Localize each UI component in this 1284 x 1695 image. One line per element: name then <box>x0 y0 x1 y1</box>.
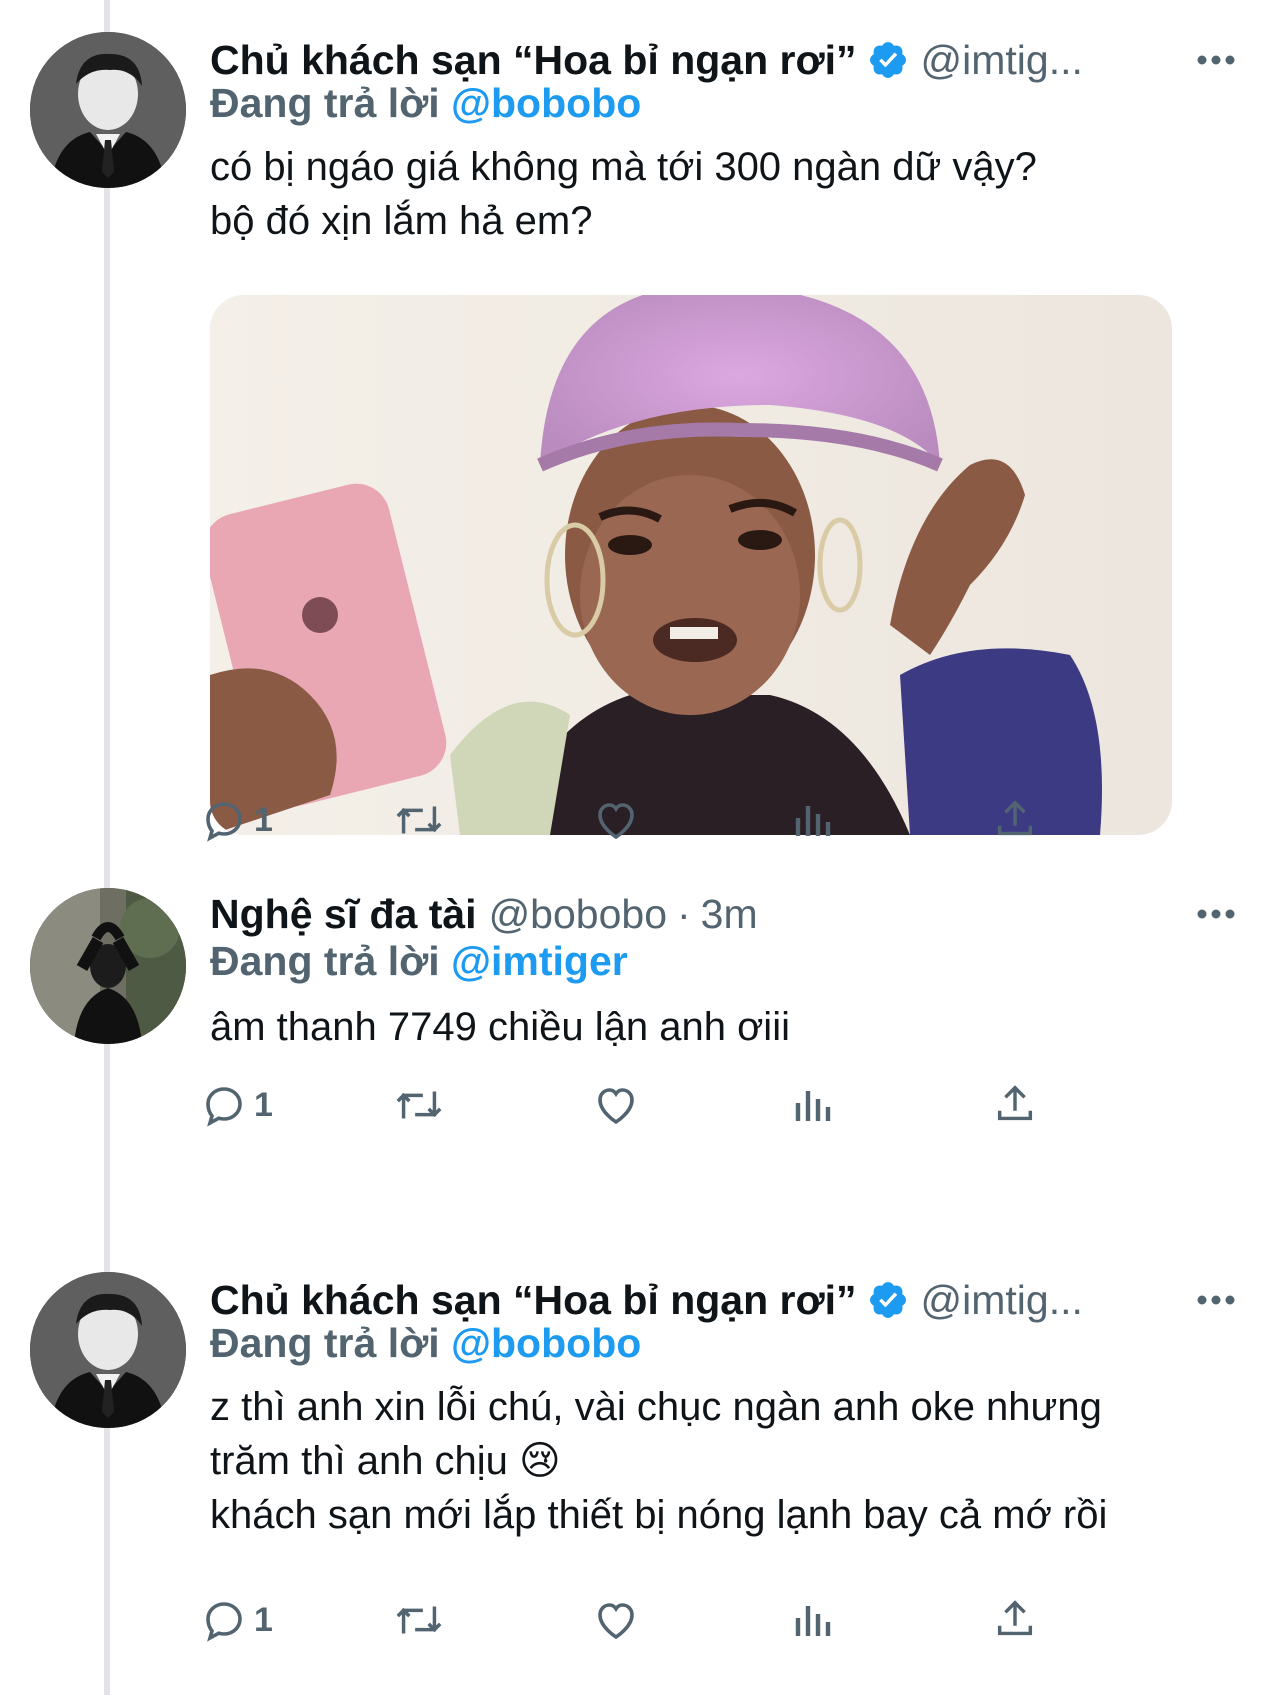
heart-icon <box>598 1088 634 1125</box>
reply-icon <box>206 1602 242 1642</box>
views-button[interactable] <box>792 790 836 850</box>
analytics-icon <box>795 1091 831 1121</box>
replying-to-label: Đang trả lời <box>210 80 440 126</box>
display-name[interactable]: Chủ khách sạn “Hoa bỉ ngạn rơi” <box>210 1277 857 1324</box>
handle[interactable]: @imtig... <box>921 1277 1083 1324</box>
handle[interactable]: @bobobo <box>489 891 667 938</box>
share-icon <box>997 1600 1033 1636</box>
share-button[interactable] <box>992 1590 1038 1650</box>
more-icon[interactable] <box>1188 40 1244 80</box>
tweet[interactable]: Chủ khách sạn “Hoa bỉ ngạn rơi” @imtig..… <box>0 1240 1284 1695</box>
tweet-text-line: z thì anh xin lỗi chú, vài chục ngàn anh… <box>210 1385 1102 1429</box>
tweet-actions: 1 <box>206 790 1130 850</box>
replying-to: Đang trả lời @imtiger <box>210 938 628 985</box>
retweet-icon <box>396 806 442 834</box>
views-button[interactable] <box>792 1075 836 1135</box>
tweet-actions: 1 <box>206 1075 1130 1135</box>
retweet-icon <box>396 1606 442 1634</box>
tweet-media-image[interactable] <box>210 295 1172 835</box>
verified-badge-icon <box>869 42 906 78</box>
analytics-icon <box>795 1606 831 1636</box>
verified-badge-icon <box>869 1282 906 1318</box>
tweet[interactable]: Nghệ sĩ đa tài @bobobo · 3m Đang trả lời… <box>0 870 1284 1170</box>
tweet-actions: 1 <box>206 1590 1130 1650</box>
share-button[interactable] <box>992 1075 1038 1135</box>
tweet-text: có bị ngáo giá không mà tới 300 ngàn dữ … <box>210 140 1240 248</box>
retweet-button[interactable] <box>392 790 446 850</box>
analytics-icon <box>795 806 831 836</box>
reply-count: 1 <box>254 800 273 839</box>
reply-icon <box>206 1087 242 1127</box>
like-button[interactable] <box>592 1590 640 1650</box>
retweet-button[interactable] <box>392 1590 446 1650</box>
tweet-text-line: trăm thì anh chịu 😢 <box>210 1439 561 1483</box>
reply-count: 1 <box>254 1600 273 1639</box>
reply-button[interactable]: 1 <box>200 1590 273 1650</box>
tweet-text-line: âm thanh 7749 chiều lận anh ơiii <box>210 1005 790 1049</box>
tweet-text: âm thanh 7749 chiều lận anh ơiii <box>210 1000 1240 1054</box>
reply-count: 1 <box>254 1085 273 1124</box>
heart-icon <box>598 803 634 840</box>
reply-mention-link[interactable]: @imtiger <box>451 938 628 984</box>
replying-to-label: Đang trả lời <box>210 1320 440 1366</box>
tweet-text: z thì anh xin lỗi chú, vài chục ngàn anh… <box>210 1380 1240 1542</box>
like-button[interactable] <box>592 790 640 850</box>
separator: · <box>677 890 691 937</box>
avatar[interactable] <box>30 888 186 1044</box>
tweet[interactable]: Chủ khách sạn “Hoa bỉ ngạn rơi” @imtig..… <box>0 0 1284 870</box>
heart-icon <box>598 1603 634 1640</box>
reply-icon <box>206 802 242 842</box>
reply-button[interactable]: 1 <box>200 790 273 850</box>
display-name[interactable]: Chủ khách sạn “Hoa bỉ ngạn rơi” <box>210 37 857 84</box>
share-icon <box>997 1085 1033 1121</box>
tweet-text-line: có bị ngáo giá không mà tới 300 ngàn dữ … <box>210 145 1037 189</box>
timestamp[interactable]: 3m <box>701 891 758 938</box>
share-icon <box>997 800 1033 836</box>
avatar[interactable] <box>30 1272 186 1428</box>
more-icon[interactable] <box>1188 1280 1244 1320</box>
views-button[interactable] <box>792 1590 836 1650</box>
reply-mention-link[interactable]: @bobobo <box>451 1320 641 1366</box>
like-button[interactable] <box>592 1075 640 1135</box>
replying-to: Đang trả lời @bobobo <box>210 1320 641 1367</box>
handle[interactable]: @imtig... <box>921 37 1083 84</box>
avatar[interactable] <box>30 32 186 188</box>
display-name[interactable]: Nghệ sĩ đa tài <box>210 891 477 938</box>
more-icon[interactable] <box>1188 894 1244 934</box>
reply-button[interactable]: 1 <box>200 1075 273 1135</box>
retweet-icon <box>396 1091 442 1119</box>
reply-mention-link[interactable]: @bobobo <box>451 80 641 126</box>
share-button[interactable] <box>992 790 1038 850</box>
tweet-text-line: bộ đó xịn lắm hả em? <box>210 199 593 243</box>
tweet-text-line: khách sạn mới lắp thiết bị nóng lạnh bay… <box>210 1493 1108 1537</box>
replying-to-label: Đang trả lời <box>210 938 440 984</box>
retweet-button[interactable] <box>392 1075 446 1135</box>
tweet-header: Nghệ sĩ đa tài @bobobo · 3m <box>210 886 1174 942</box>
replying-to: Đang trả lời @bobobo <box>210 80 641 127</box>
